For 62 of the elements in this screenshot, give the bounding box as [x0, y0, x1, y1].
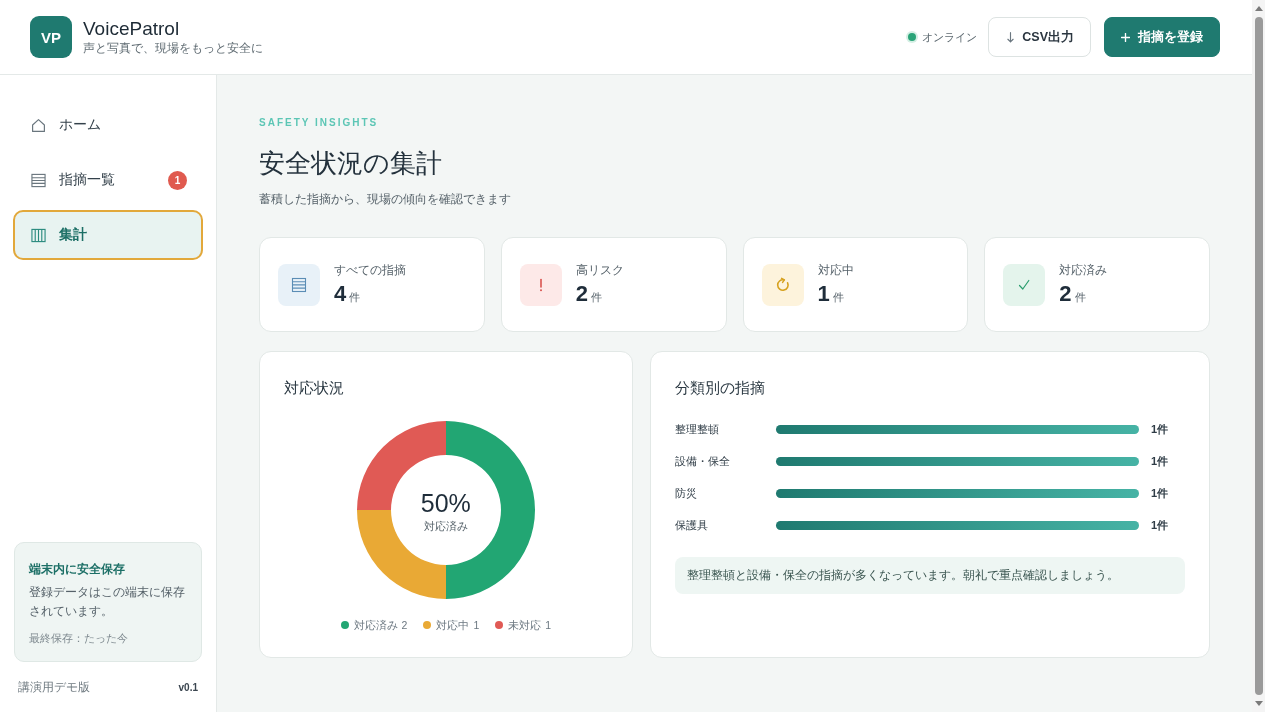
donut-center-label: 対応済み: [423, 518, 468, 533]
legend-label: 対応中: [436, 618, 470, 632]
page-subtitle: 蓄積した指摘から、現場の傾向を確認できます: [259, 191, 512, 208]
app-tagline: 声と写真で、現場をもっと安全に: [83, 41, 263, 56]
legend-label: 対応済み: [353, 618, 398, 632]
category-count: 1件: [1151, 517, 1170, 533]
card-title: 対応状況: [284, 378, 345, 398]
home-icon: [31, 117, 46, 133]
stat-value: 1: [817, 280, 830, 307]
scrollbar-thumb[interactable]: [1254, 17, 1263, 695]
legend-count: 1: [545, 618, 552, 632]
category-label: 設備・保全: [674, 453, 731, 469]
stat-label: すべての指摘: [334, 262, 406, 278]
storage-title: 端末内に安全保存: [29, 561, 126, 577]
nav-item[interactable]: 指摘一覧 1: [13, 155, 203, 205]
status-label: オンライン: [922, 29, 978, 45]
insight-note: 整理整頓と設備・保全の指摘が多くなっています。朝礼で重点確認しましょう。: [674, 557, 1185, 594]
refresh-icon: [761, 263, 804, 306]
edition-label: 講演用デモ版: [18, 678, 90, 696]
category-label: 防災: [674, 485, 698, 501]
category-count: 1件: [1151, 485, 1170, 501]
count-badge: 1: [168, 170, 187, 190]
page-title: 安全状況の集計: [259, 147, 443, 180]
register-button[interactable]: 指摘を登録: [1104, 17, 1220, 57]
version-label: v0.1: [178, 681, 198, 693]
scrollbar[interactable]: [1252, 0, 1265, 712]
stat-label: 対応中: [817, 262, 854, 278]
category-label: 保護具: [674, 517, 709, 533]
logo: VP: [30, 16, 72, 58]
legend-label: 未対応: [508, 618, 542, 632]
last-saved-text: 最終保存：たった今: [29, 631, 129, 645]
stat-label: 高リスク: [575, 262, 624, 278]
plus-icon: [1121, 32, 1130, 42]
category-label: 整理整頓: [674, 421, 720, 437]
stat-unit: 件: [832, 290, 844, 305]
app-name: VoicePatrol: [83, 18, 181, 40]
stat-value: 2: [575, 280, 588, 307]
stat-label: 対応済み: [1059, 262, 1108, 278]
list-icon: [31, 172, 46, 188]
storage-description: 登録データはこの端末に保存されています。: [29, 585, 186, 619]
stat-unit: 件: [591, 290, 602, 305]
category-count: 1件: [1151, 421, 1170, 437]
scroll-up-icon[interactable]: [1254, 6, 1263, 11]
legend-count: 1: [473, 618, 480, 632]
stat-value: 2: [1059, 280, 1072, 307]
stat-unit: 件: [1074, 290, 1086, 305]
legend-count: 2: [401, 618, 408, 632]
section-eyebrow: SAFETY INSIGHTS: [259, 116, 380, 130]
down-arrow-icon: [1007, 31, 1015, 43]
nav-item[interactable]: 集計: [13, 210, 203, 260]
category-count: 1件: [1151, 453, 1170, 469]
csv-export-button[interactable]: CSV出力: [988, 17, 1091, 57]
scroll-down-icon[interactable]: [1254, 701, 1263, 706]
stat-unit: 件: [349, 290, 361, 305]
columns-icon: [31, 227, 46, 243]
card-title: 分類別の指摘: [674, 378, 766, 398]
list-icon: [278, 263, 320, 306]
check-icon: [1003, 263, 1046, 306]
stat-value: 4: [334, 280, 347, 307]
exclamation-icon: [519, 263, 562, 306]
donut-center-value: 50%: [420, 487, 471, 518]
nav-item[interactable]: ホーム: [13, 100, 203, 150]
